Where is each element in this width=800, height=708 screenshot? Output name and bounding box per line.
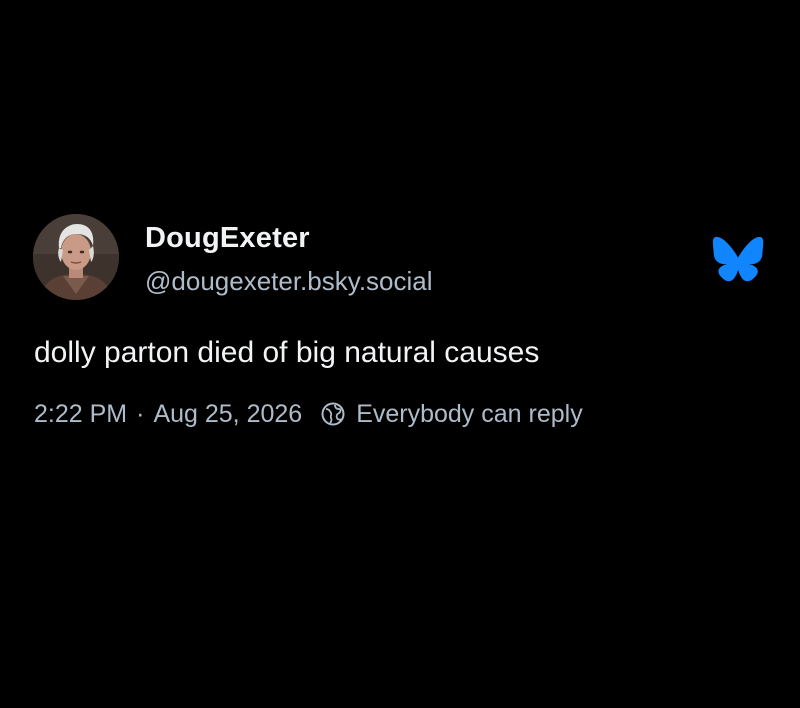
meta-separator: · (136, 399, 145, 428)
bluesky-butterfly-icon (712, 236, 764, 282)
post-meta: 2:22 PM · Aug 25, 2026 Everybody can rep… (34, 398, 583, 430)
author-display-name[interactable]: DougExeter (145, 222, 310, 255)
post-date[interactable]: Aug 25, 2026 (153, 400, 302, 429)
author-handle[interactable]: @dougexeter.bsky.social (145, 266, 433, 297)
post-text: dolly parton died of big natural causes (34, 336, 540, 369)
avatar-photo (33, 214, 119, 300)
post-card: DougExeter @dougexeter.bsky.social dolly… (0, 0, 800, 708)
globe-icon (320, 401, 346, 427)
reply-setting-label[interactable]: Everybody can reply (356, 400, 583, 429)
avatar[interactable] (33, 214, 119, 300)
post-time[interactable]: 2:22 PM (34, 400, 127, 429)
